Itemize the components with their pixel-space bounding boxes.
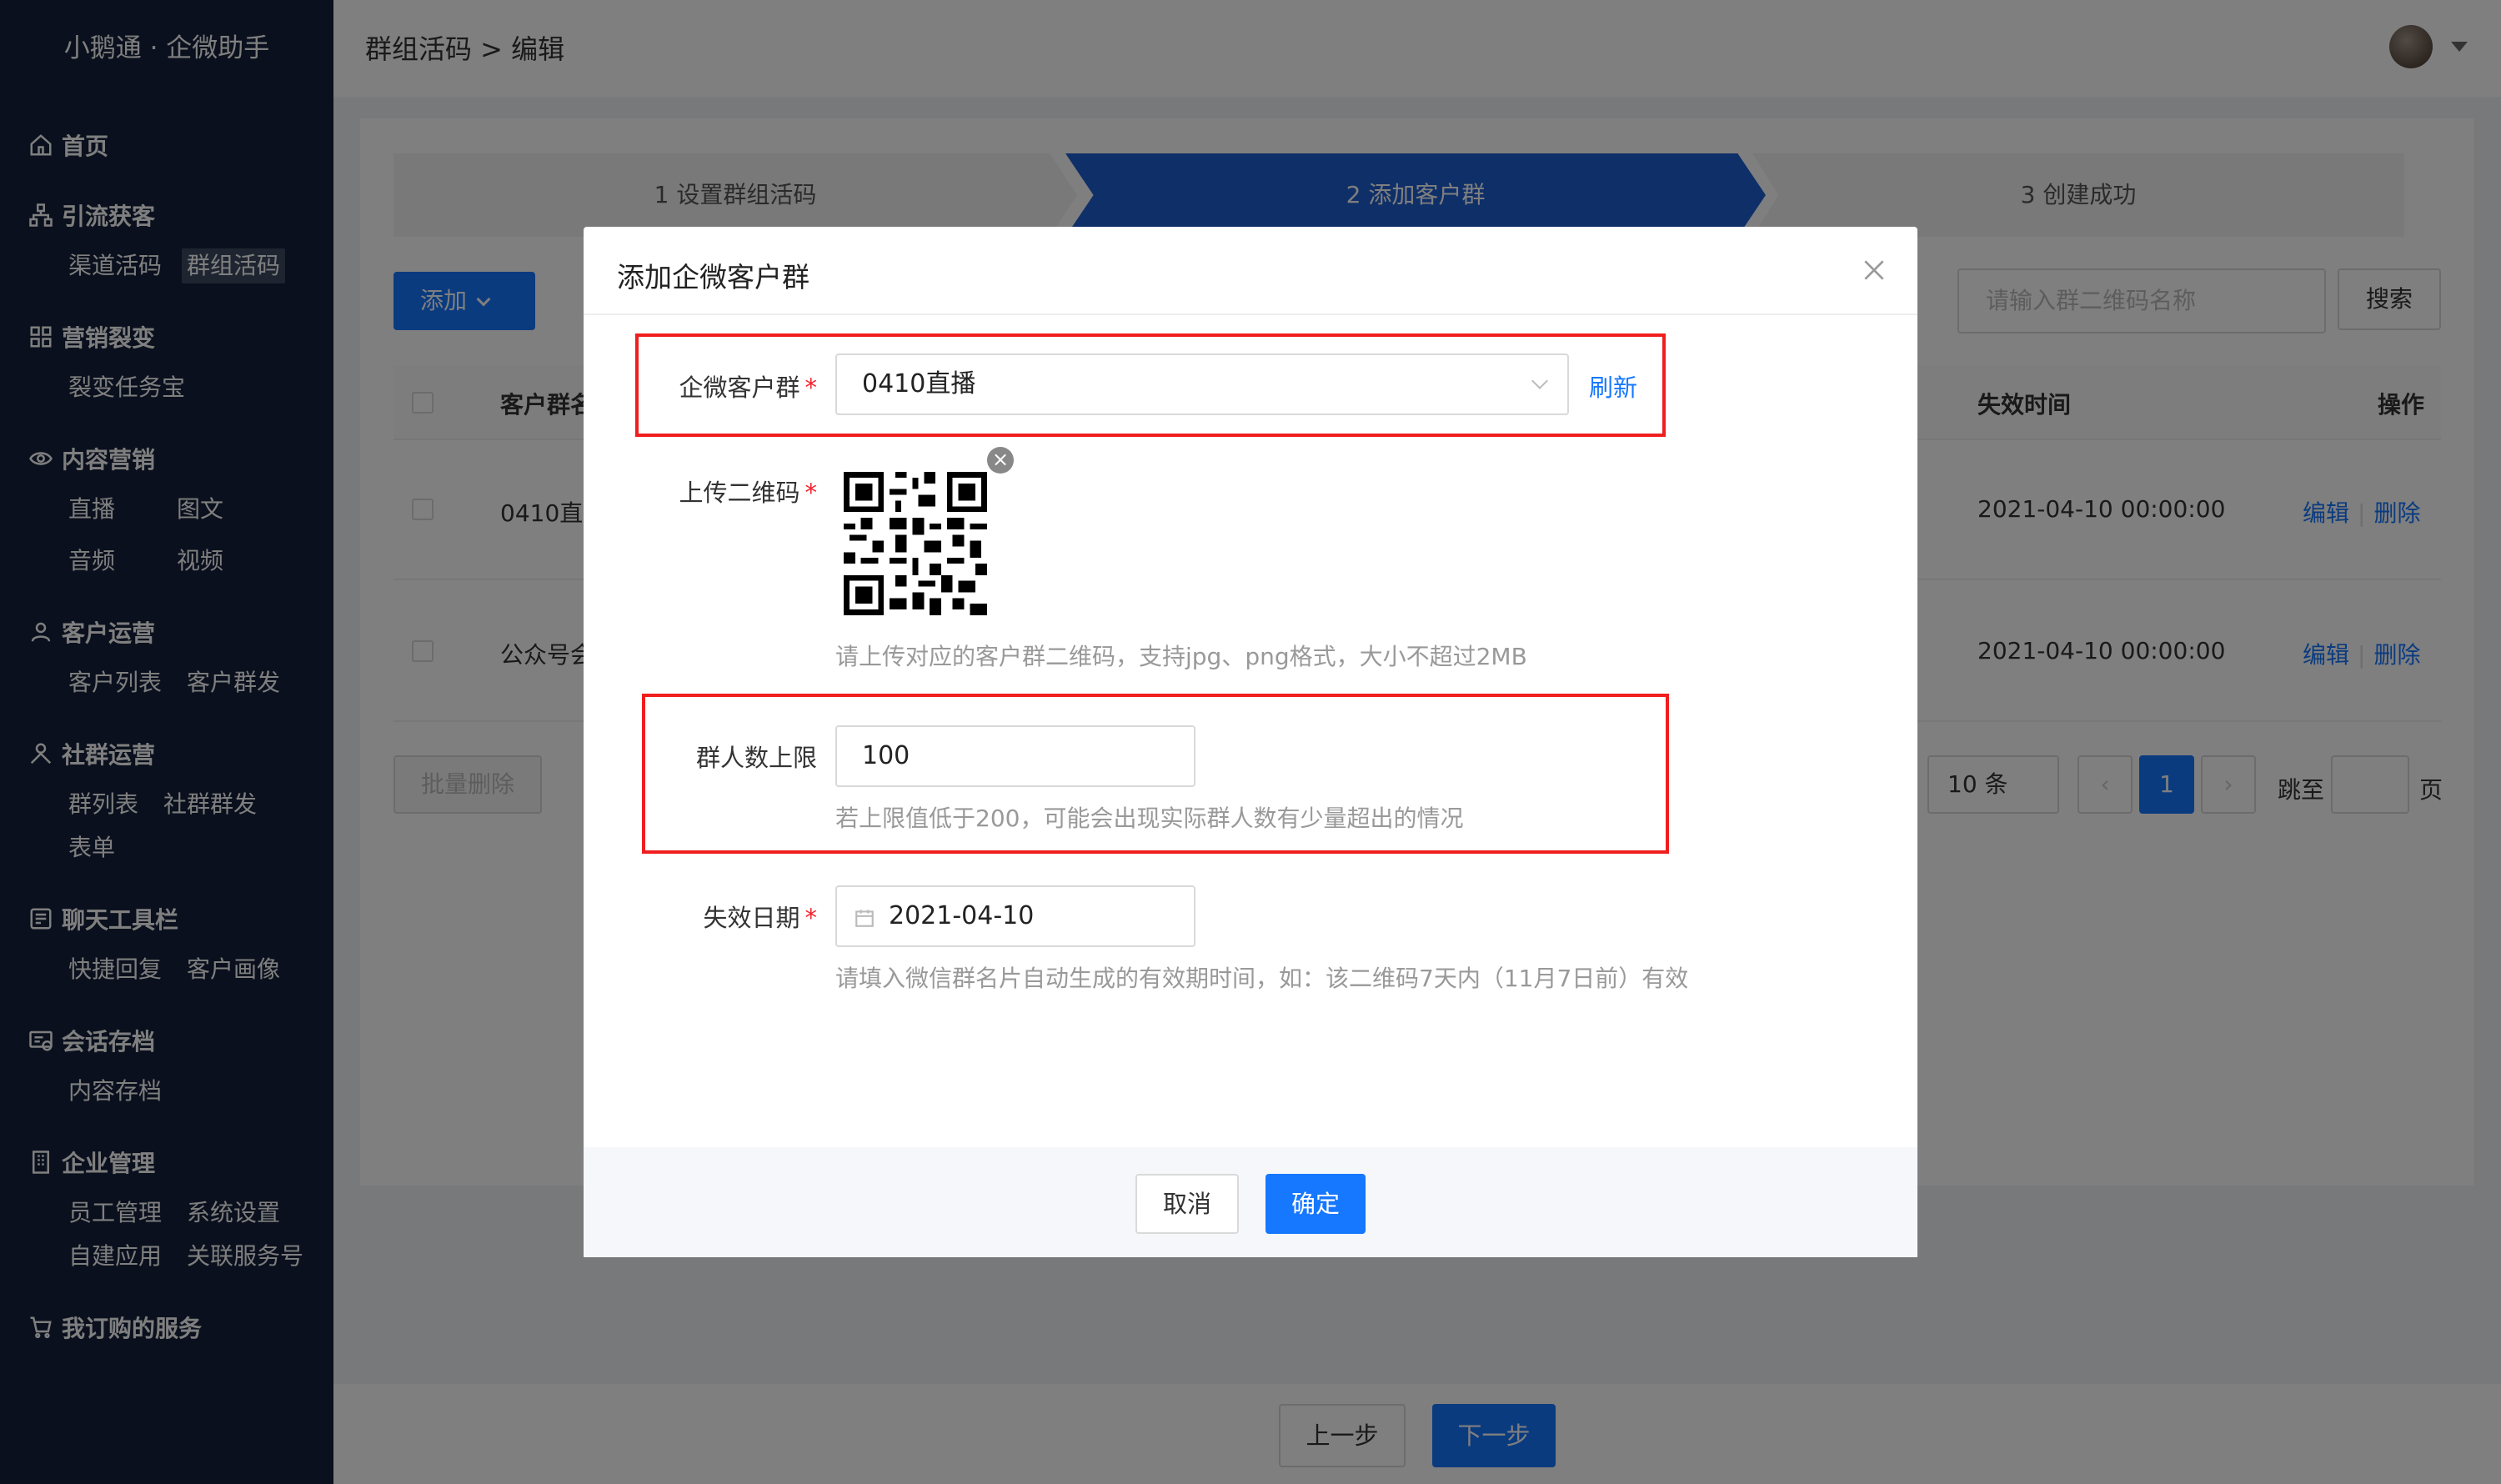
cancel-button[interactable]: 取消 xyxy=(1135,1174,1239,1234)
date-hint: 请填入微信群名片自动生成的有效期时间，如：该二维码7天内（11月7日前）有效 xyxy=(835,965,1689,992)
group-field-label: 企微客户群 * xyxy=(617,368,817,404)
member-limit-input[interactable]: 100 xyxy=(835,725,1195,787)
add-group-modal: 添加企微客户群 企微客户群 * 0410直播 刷新 上传二维码 * × 请上传对应的… xyxy=(584,227,1917,1257)
modal-title: 添加企微客户群 xyxy=(617,261,809,293)
qr-field-label: 上传二维码 * xyxy=(617,474,817,509)
qr-hint: 请上传对应的客户群二维码，支持jpg、png格式，大小不超过2MB xyxy=(835,643,1527,670)
calendar-icon xyxy=(855,910,874,927)
close-icon[interactable] xyxy=(1861,257,1887,283)
chevron-down-icon xyxy=(1531,373,1548,389)
confirm-button[interactable]: 确定 xyxy=(1266,1174,1366,1234)
expire-date-picker[interactable]: 2021-04-10 xyxy=(835,885,1195,947)
date-label-text: 失效日期 xyxy=(703,904,800,932)
divider xyxy=(584,313,1917,315)
remove-image-icon[interactable]: × xyxy=(987,447,1014,474)
group-select[interactable]: 0410直播 xyxy=(835,353,1569,415)
modal-footer: 取消 确定 xyxy=(584,1147,1917,1257)
qr-label-text: 上传二维码 xyxy=(679,479,800,507)
limit-label: 群人数上限 xyxy=(695,744,817,772)
limit-hint: 若上限值低于200，可能会出现实际群人数有少量超出的情况 xyxy=(835,805,1464,832)
refresh-link[interactable]: 刷新 xyxy=(1589,368,1637,404)
qr-code-image xyxy=(844,472,987,615)
required-mark: * xyxy=(804,904,818,932)
group-label-text: 企微客户群 xyxy=(679,374,800,402)
group-select-value: 0410直播 xyxy=(862,369,976,399)
required-mark: * xyxy=(804,479,818,507)
expire-date-value: 2021-04-10 xyxy=(889,901,1035,930)
required-mark: * xyxy=(804,374,818,402)
date-field-label: 失效日期 * xyxy=(617,899,817,934)
